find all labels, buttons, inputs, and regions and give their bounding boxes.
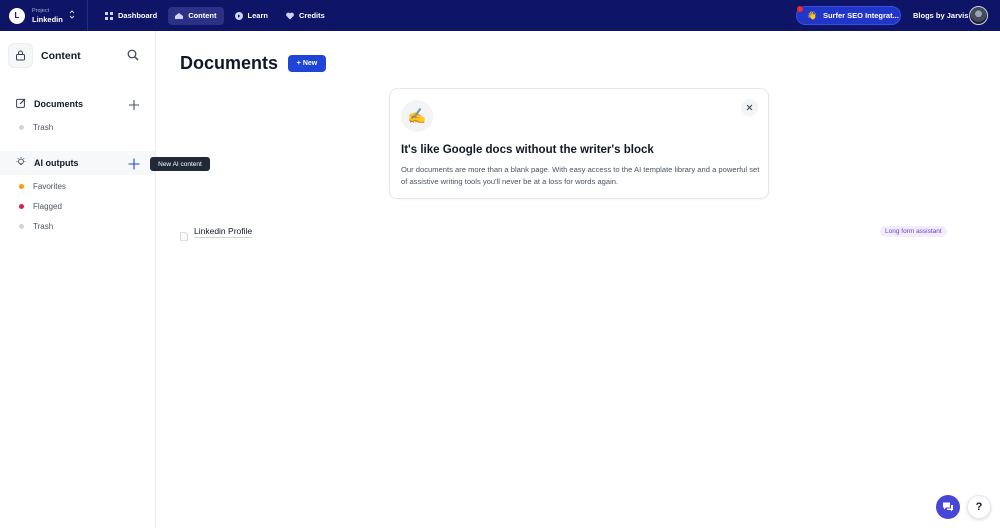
new-ai-content-tooltip: New AI content [150,157,210,171]
waving-hand-icon: 👋 [807,11,817,20]
surfer-seo-label: Surfer SEO Integrat... [822,11,899,20]
search-icon[interactable] [127,48,141,62]
new-document-button[interactable]: + New [288,55,326,72]
notification-dot [797,6,803,12]
lightbulb-icon [16,154,26,172]
writing-hand-icon: ✍️ [401,100,433,132]
sidebar-item-favorites[interactable]: Favorites [19,182,66,191]
documents-trash-label: Trash [33,123,54,132]
nav-credits-label: Credits [298,11,325,20]
content-icon [175,12,184,20]
project-label: Project [32,8,50,14]
sidebar-item-ai-trash[interactable]: Trash [19,222,53,231]
nav-content[interactable]: Content [168,6,224,25]
nav-content-label: Content [188,11,217,20]
help-button[interactable]: ? [967,495,991,519]
workspace-name[interactable]: Blogs by Jarvis [913,11,968,20]
nav-learn-label: Learn [247,11,268,20]
info-card: ✍️ It's like Google docs without the wri… [389,88,769,199]
favorites-label: Favorites [33,182,66,191]
grid-icon [105,11,113,20]
add-document-icon[interactable] [128,98,140,110]
play-circle-icon [234,11,243,20]
document-icon [180,228,188,241]
sidebar-item-documents-trash[interactable]: Trash [19,123,53,132]
edit-icon [16,95,26,113]
project-switcher[interactable]: L Project Linkedin [0,0,88,31]
sidebar-documents-label: Documents [34,99,84,109]
info-card-body: Our documents are more than a blank page… [401,165,760,186]
chat-bubbles-icon [943,502,953,512]
nav-learn[interactable]: Learn [228,7,275,25]
heart-icon [286,12,294,20]
flagged-label: Flagged [33,202,62,211]
sidebar-title: Content [41,49,81,62]
trash-dot-icon [19,125,24,130]
page-title: Documents [180,53,279,73]
project-name: Linkedin [32,15,63,24]
surfer-seo-integration-button[interactable]: 👋 Surfer SEO Integrat... [796,6,901,25]
sidebar-header: Content [8,43,148,68]
sidebar-item-documents[interactable]: Documents [0,92,155,116]
new-ai-content-icon[interactable] [128,157,140,170]
document-name[interactable]: Linkedin Profile [194,226,253,238]
ai-trash-dot-icon [19,224,24,229]
ai-trash-label: Trash [33,222,54,231]
content-sidebar: Content Documents Trash AI outputs Favor… [0,31,156,528]
top-navigation-bar: L Project Linkedin Dashboard Content Lea… [0,0,1000,31]
favorites-dot-icon [19,184,24,189]
lock-icon [8,43,33,68]
close-icon[interactable] [741,99,758,116]
project-avatar: L [9,7,25,24]
document-type-badge: Long form assistant [880,226,947,237]
main-nav: Dashboard Content Learn Credits [98,6,332,25]
nav-dashboard[interactable]: Dashboard [98,7,164,25]
sidebar-item-flagged[interactable]: Flagged [19,202,62,211]
sidebar-item-ai-outputs[interactable]: AI outputs [0,151,155,175]
chevron-up-down-icon [69,10,75,21]
info-card-title: It's like Google docs without the writer… [401,144,654,156]
sidebar-ai-outputs-label: AI outputs [34,158,79,168]
nav-credits[interactable]: Credits [279,7,332,25]
nav-dashboard-label: Dashboard [118,11,158,20]
flagged-dot-icon [19,204,24,209]
user-avatar[interactable] [969,6,988,25]
chat-support-button[interactable] [936,495,960,519]
document-list-item[interactable]: Linkedin Profile Long form assistant [180,224,955,241]
